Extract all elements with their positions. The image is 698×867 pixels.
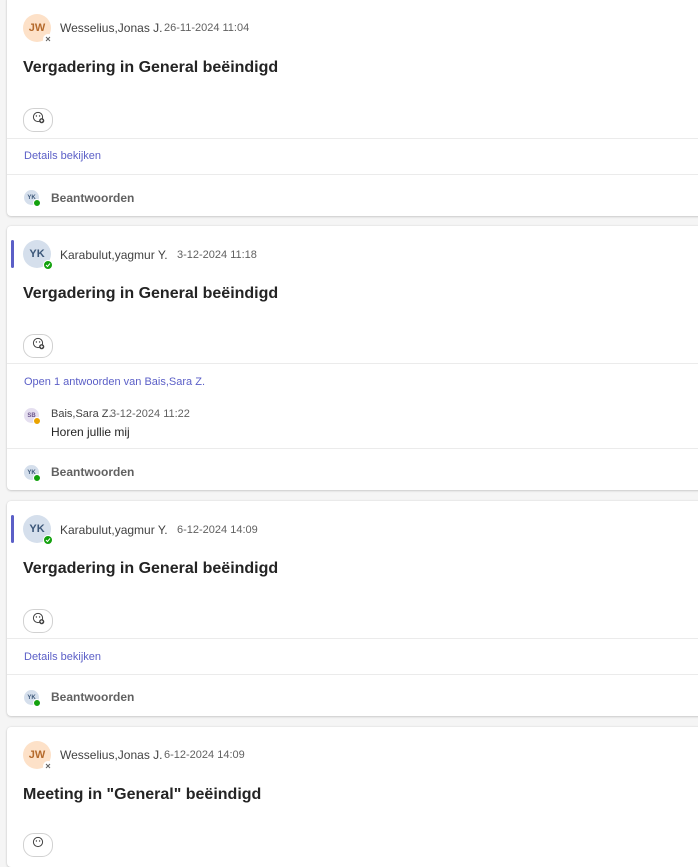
presence-away-icon [43, 34, 53, 44]
divider [7, 174, 698, 175]
view-details-link[interactable]: Details bekijken [24, 651, 101, 663]
message-title: Vergadering in General beëindigd [23, 59, 279, 76]
add-reaction-button[interactable] [23, 609, 53, 633]
emoji-add-icon [32, 111, 45, 129]
reply-timestamp: 3-12-2024 11:22 [110, 408, 190, 420]
avatar-initials: YK [29, 248, 45, 260]
avatar-initials: JW [28, 22, 46, 34]
divider [7, 674, 698, 675]
message-card: YK Karabulut,yagmur Y. 3-12-2024 11:18 V… [7, 226, 698, 490]
divider [7, 138, 698, 139]
message-timestamp: 6-12-2024 14:09 [164, 749, 245, 761]
presence-available-icon [33, 199, 41, 207]
message-timestamp: 3-12-2024 11:18 [177, 249, 257, 261]
avatar[interactable]: YK [23, 240, 53, 270]
author-name[interactable]: Wesselius,Jonas J. [60, 21, 163, 35]
reply-author-avatar: SB [24, 408, 41, 425]
presence-available-icon [43, 535, 53, 545]
avatar[interactable]: YK [23, 515, 53, 545]
reply-button[interactable]: Beantwoorden [51, 465, 134, 479]
author-name[interactable]: Karabulut,yagmur Y. [60, 248, 168, 262]
reply-avatar: YK [24, 690, 41, 707]
emoji-add-icon [32, 612, 45, 630]
message-title: Vergadering in General beëindigd [23, 285, 279, 302]
reply-avatar: YK [24, 190, 41, 207]
add-reaction-button[interactable] [23, 334, 53, 358]
reply-button[interactable]: Beantwoorden [51, 690, 134, 704]
reply-author-name[interactable]: Bais,Sara Z. [51, 408, 112, 420]
open-replies-link[interactable]: Open 1 antwoorden van Bais,Sara Z. [24, 376, 205, 388]
view-details-link[interactable]: Details bekijken [24, 150, 101, 162]
unread-indicator [11, 240, 14, 268]
message-title: Vergadering in General beëindigd [23, 560, 279, 577]
avatar[interactable]: JW [23, 14, 53, 44]
avatar[interactable]: JW [23, 741, 53, 771]
presence-available-icon [43, 260, 53, 270]
divider [7, 638, 698, 639]
unread-indicator [11, 515, 14, 543]
message-card: JW Wesselius,Jonas J. 6-12-2024 14:09 Me… [7, 727, 698, 867]
author-name[interactable]: Karabulut,yagmur Y. [60, 523, 168, 537]
message-title: Meeting in "General" beëindigd [23, 786, 262, 803]
message-timestamp: 26-11-2024 11:04 [164, 22, 250, 34]
add-reaction-button[interactable] [23, 108, 53, 132]
reply-text: Horen jullie mij [51, 425, 130, 439]
message-card: YK Karabulut,yagmur Y. 6-12-2024 14:09 V… [7, 501, 698, 716]
presence-available-icon [33, 474, 41, 482]
emoji-add-icon [32, 337, 45, 355]
avatar-initials: JW [28, 749, 46, 761]
presence-away-icon [33, 417, 41, 425]
message-card: JW Wesselius,Jonas J. 26-11-2024 11:04 V… [7, 0, 698, 216]
presence-available-icon [33, 699, 41, 707]
emoji-add-icon [32, 836, 45, 854]
reply-avatar: YK [24, 465, 41, 482]
avatar-initials: YK [29, 523, 45, 535]
reply-button[interactable]: Beantwoorden [51, 191, 134, 205]
divider [7, 448, 698, 449]
author-name[interactable]: Wesselius,Jonas J. [60, 748, 163, 762]
divider [7, 363, 698, 364]
message-timestamp: 6-12-2024 14:09 [177, 524, 258, 536]
presence-away-icon [43, 761, 53, 771]
add-reaction-button[interactable] [23, 833, 53, 857]
